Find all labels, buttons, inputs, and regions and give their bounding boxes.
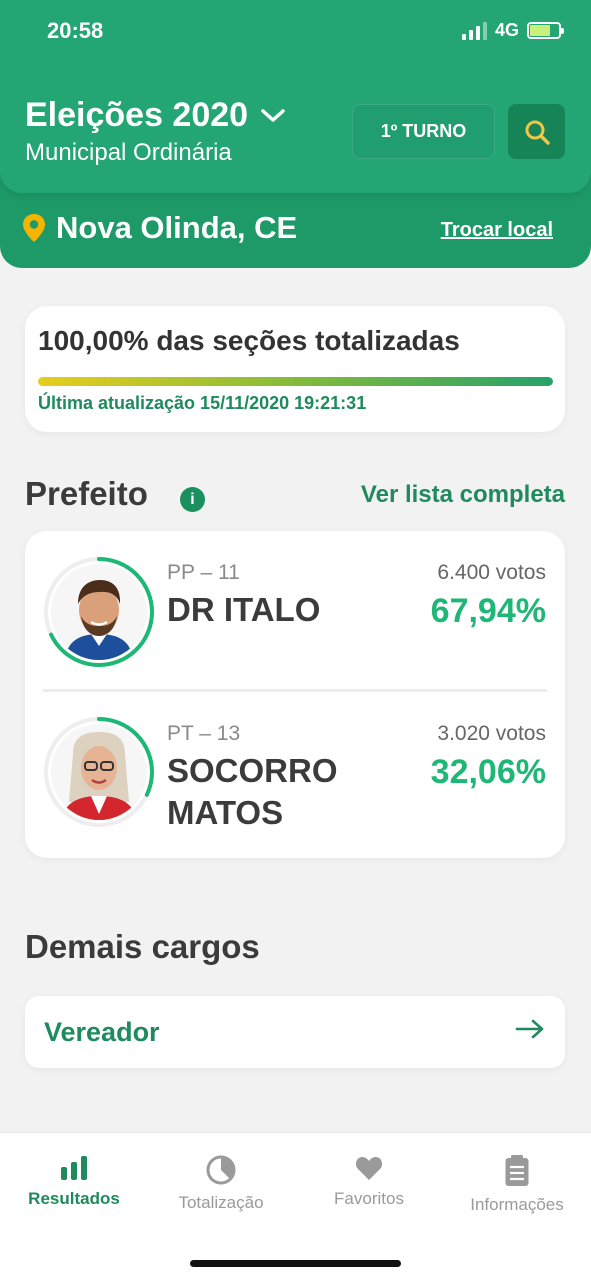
- search-button[interactable]: [508, 104, 565, 159]
- turno-button[interactable]: 1º TURNO: [352, 104, 495, 159]
- vereador-item[interactable]: Vereador: [25, 996, 565, 1068]
- candidate-party: PP – 11: [167, 561, 240, 584]
- bar-chart-icon: [61, 1156, 87, 1180]
- candidate-party: PT – 13: [167, 722, 241, 745]
- tab-resultados[interactable]: Resultados: [0, 1155, 148, 1209]
- candidate-percent: 67,94%: [430, 592, 546, 630]
- home-indicator: [190, 1260, 401, 1267]
- totalization-title: 100,00% das seções totalizadas: [38, 325, 460, 356]
- info-icon[interactable]: i: [180, 487, 205, 512]
- signal-icon: [461, 21, 487, 40]
- see-full-list-link[interactable]: Ver lista completa: [361, 481, 565, 509]
- candidate-votes: 6.400 votos: [437, 561, 546, 584]
- location-name: Nova Olinda, CE: [56, 210, 298, 245]
- chevron-down-icon: [261, 108, 285, 122]
- election-selector[interactable]: Eleições 2020: [25, 96, 286, 135]
- change-location-link[interactable]: Trocar local: [441, 219, 553, 242]
- tab-informacoes[interactable]: Informações: [443, 1155, 591, 1215]
- vereador-label: Vereador: [44, 1017, 160, 1047]
- search-icon: [525, 120, 550, 145]
- page-title: Eleições 2020: [25, 96, 249, 134]
- progress-fill: [38, 377, 553, 386]
- candidate-percent: 32,06%: [430, 753, 546, 791]
- candidate-votes: 3.020 votos: [437, 722, 546, 745]
- status-icons: 4G: [461, 20, 564, 41]
- section-title-demais: Demais cargos: [25, 928, 260, 965]
- status-time: 20:58: [47, 18, 104, 43]
- tab-label: Totalização: [178, 1193, 264, 1212]
- location: Nova Olinda, CE: [22, 210, 297, 246]
- location-pin-icon: [23, 214, 45, 242]
- totalization-card: 100,00% das seções totalizadas Última at…: [25, 306, 565, 432]
- candidate-photo: [51, 564, 147, 660]
- section-title-prefeito: Prefeito: [25, 475, 148, 512]
- candidate-name: DR ITALO: [167, 591, 321, 628]
- tab-totalizacao[interactable]: Totalização: [147, 1155, 295, 1213]
- election-subtitle: Municipal Ordinária: [25, 139, 232, 166]
- last-update: Última atualização 15/11/2020 19:21:31: [38, 393, 367, 413]
- heart-icon: [355, 1157, 383, 1180]
- totalization-progress-bar: [38, 377, 553, 386]
- candidate-photo: [51, 724, 147, 820]
- arrow-right-icon: [515, 1019, 544, 1039]
- battery-icon: [527, 22, 564, 39]
- candidates-card: PP – 11 DR ITALO 6.400 votos 67,94% PT –…: [25, 531, 565, 858]
- bottom-tab-bar: Resultados Totalização Favoritos Informa…: [0, 1132, 591, 1280]
- tab-label: Favoritos: [334, 1189, 404, 1208]
- candidate-name: SOCORRO MATOS: [167, 752, 338, 831]
- tab-favoritos[interactable]: Favoritos: [295, 1155, 443, 1209]
- pie-chart-icon: [206, 1155, 236, 1185]
- divider: [43, 689, 547, 692]
- network-type: 4G: [494, 20, 519, 40]
- tab-label: Resultados: [28, 1189, 120, 1208]
- document-icon: [505, 1155, 529, 1186]
- tab-label: Informações: [470, 1195, 564, 1214]
